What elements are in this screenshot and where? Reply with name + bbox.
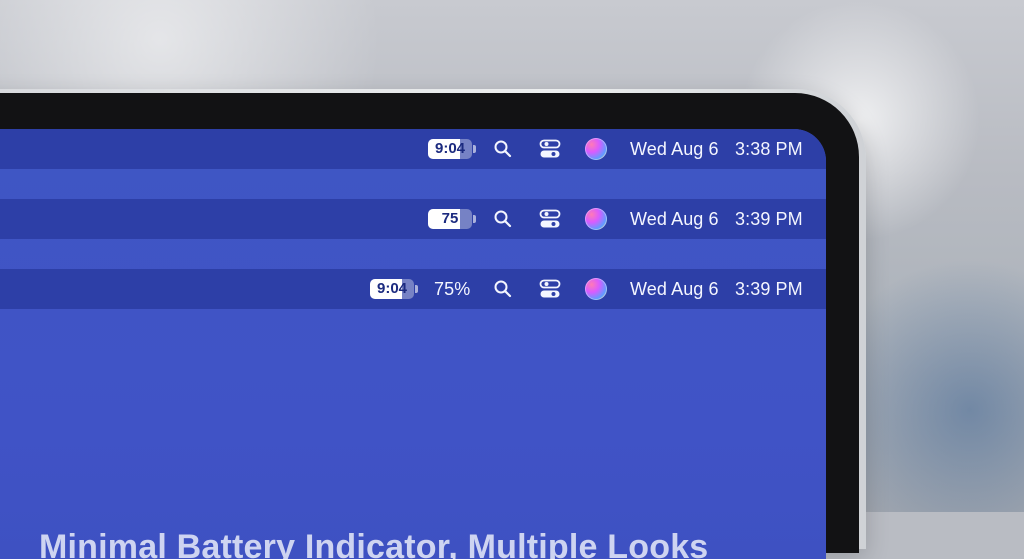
menu-time[interactable]: 3:39 PM [735,199,803,239]
battery-indicator[interactable]: 75 [428,209,476,229]
feature-caption: Minimal Battery Indicator, Multiple Look… [39,528,709,559]
menu-date[interactable]: Wed Aug 6 [630,199,719,239]
siri-icon[interactable] [585,208,607,230]
menubar-row-1: 9:04 Wed Aug 6 3:38 PM [0,129,826,169]
laptop-bezel-inner: 9:04 Wed Aug 6 3:38 PM 75 Wed Aug 6 3:39… [0,93,859,559]
siri-icon[interactable] [585,138,607,160]
menu-time[interactable]: 3:38 PM [735,129,803,169]
battery-indicator[interactable]: 9:04 [370,279,418,299]
menubar-row-3: 9:04 75% Wed Aug 6 3:39 PM [0,269,826,309]
search-icon[interactable] [493,139,513,159]
battery-nub [415,285,418,293]
menubar-row-2: 75 Wed Aug 6 3:39 PM [0,199,826,239]
battery-body: 9:04 [370,279,414,299]
battery-nub [473,215,476,223]
control-center-icon[interactable] [539,138,561,160]
control-center-icon[interactable] [539,278,561,300]
laptop-screen: 9:04 Wed Aug 6 3:38 PM 75 Wed Aug 6 3:39… [0,129,826,559]
battery-nub [473,145,476,153]
battery-label: 75 [441,210,459,227]
battery-percent: 75% [434,278,471,299]
menu-date[interactable]: Wed Aug 6 [630,269,719,309]
menu-time[interactable]: 3:39 PM [735,269,803,309]
battery-label: 9:04 [376,280,408,297]
control-center-icon[interactable] [539,208,561,230]
search-icon[interactable] [493,209,513,229]
battery-body: 75 [428,209,472,229]
battery-label: 9:04 [434,140,466,157]
siri-icon[interactable] [585,278,607,300]
battery-body: 9:04 [428,139,472,159]
search-icon[interactable] [493,279,513,299]
laptop-frame: 9:04 Wed Aug 6 3:38 PM 75 Wed Aug 6 3:39… [0,89,866,559]
battery-indicator[interactable]: 9:04 [428,139,476,159]
menu-date[interactable]: Wed Aug 6 [630,129,719,169]
